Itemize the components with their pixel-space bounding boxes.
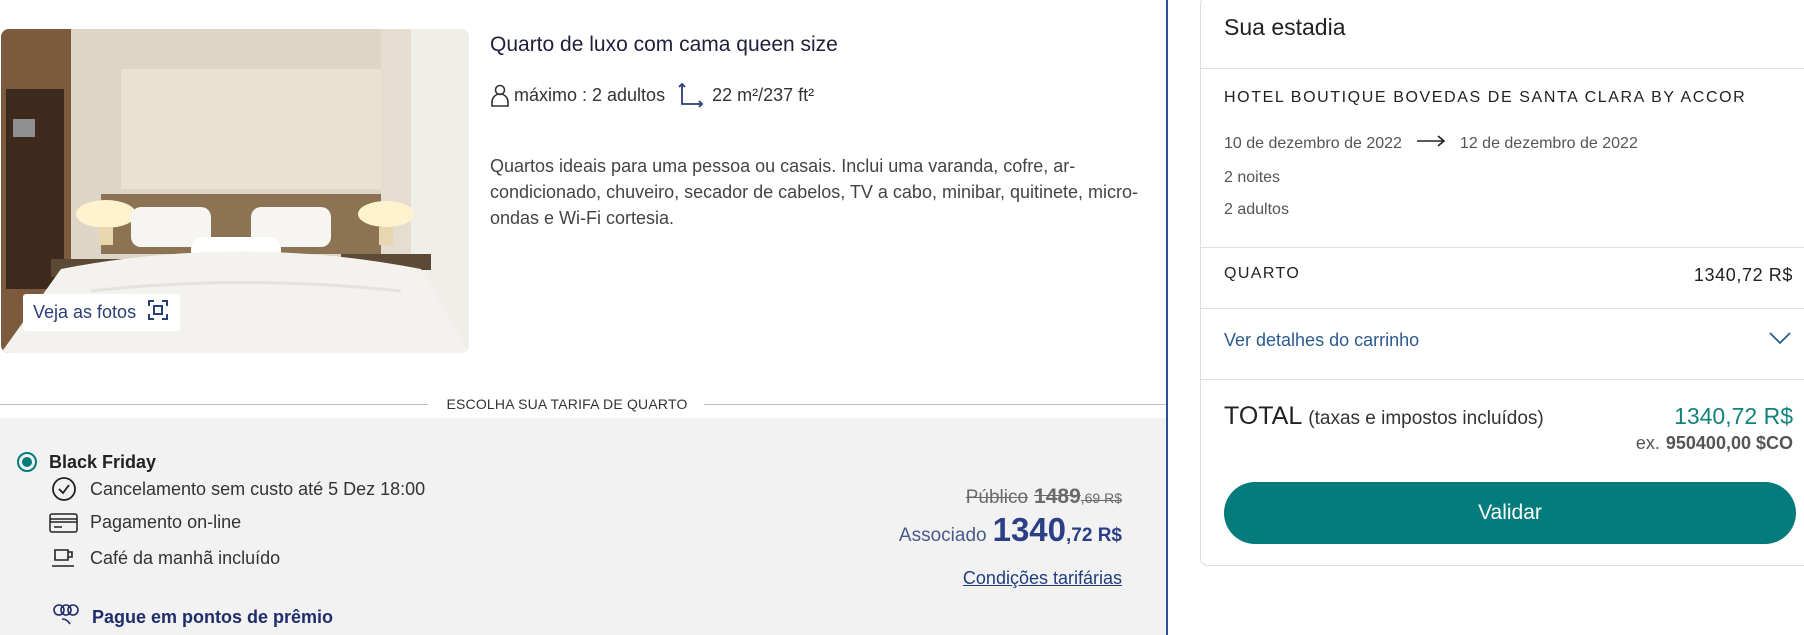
room-photo[interactable]: Veja as fotos — [1, 29, 469, 353]
fullscreen-icon — [146, 298, 170, 327]
capacity-text: máximo : 2 adultos — [514, 84, 666, 105]
room-description: Quartos ideais para uma pessoa ou casais… — [490, 156, 1139, 228]
divider-left — [0, 404, 428, 405]
divider — [1201, 247, 1804, 248]
room-row-price: 1340,72 R$ — [1693, 265, 1793, 285]
feature-payment: Pagamento on-line — [49, 512, 241, 533]
room-meta: máximo : 2 adultos 22 m²/237 ft² — [490, 82, 814, 108]
points-icon — [52, 603, 80, 632]
member-price-dec: ,72 R$ — [1066, 525, 1122, 546]
hotel-name: HOTEL BOUTIQUE BOVEDAS DE SANTA CLARA BY… — [1224, 89, 1747, 106]
divider-right — [704, 404, 1166, 405]
checkin-date: 10 de dezembro de 2022 — [1224, 134, 1402, 152]
divider — [1201, 379, 1804, 380]
room-panel: Veja as fotos Quarto de luxo com cama qu… — [0, 0, 1166, 635]
person-icon — [490, 83, 510, 107]
cup-icon — [49, 547, 78, 569]
validate-button[interactable]: Validar — [1224, 482, 1796, 544]
points-link-label: Pague em pontos de prêmio — [92, 607, 334, 627]
feature-breakfast: Café da manhã incluído — [49, 547, 280, 569]
rate-section-heading: ESCOLHA SUA TARIFA DE QUARTO — [446, 396, 688, 412]
exchange-value: 950400,00 $CO — [1665, 433, 1793, 453]
room-row-label: QUARTO — [1224, 265, 1301, 282]
column-separator — [1166, 0, 1168, 635]
feature-cancellation: Cancelamento sem custo até 5 Dez 18:00 — [49, 476, 425, 502]
stay-dates: 10 de dezembro de 2022 12 de dezembro de… — [1224, 134, 1638, 153]
room-title: Quarto de luxo com cama queen size — [490, 33, 838, 56]
exchange-label: ex. — [1635, 433, 1660, 453]
stay-summary-card: Sua estadia HOTEL BOUTIQUE BOVEDAS DE SA… — [1200, 0, 1804, 566]
divider — [1201, 308, 1804, 309]
arrow-right-icon — [1416, 134, 1446, 153]
stay-title: Sua estadia — [1224, 14, 1346, 40]
total-row: TOTAL (taxas e impostos incluídos) — [1224, 402, 1544, 431]
chevron-down-icon[interactable] — [1769, 331, 1791, 350]
rate-conditions-link[interactable]: Condições tarifárias — [963, 568, 1122, 589]
total-value: 1340,72 R$ — [1674, 403, 1793, 429]
area-text: 22 m²/237 ft² — [712, 84, 815, 105]
card-icon — [49, 512, 78, 533]
exchange-row: ex. 950400,00 $CO — [1636, 433, 1793, 454]
member-price-label: Associado — [898, 525, 987, 546]
member-price-int: 1340 — [992, 511, 1067, 548]
member-price: Associado 1340,72 R$ — [899, 511, 1122, 549]
public-price-int: 1489 — [1034, 485, 1081, 508]
area-icon — [678, 82, 704, 108]
adults: 2 adultos — [1224, 201, 1289, 218]
public-price-dec: ,69 R$ — [1080, 490, 1122, 506]
feature-text: Cancelamento sem custo até 5 Dez 18:00 — [90, 478, 426, 499]
clock-icon — [49, 476, 78, 502]
total-label: TOTAL — [1224, 402, 1303, 430]
feature-text: Café da manhã incluído — [90, 547, 281, 568]
view-photos-button[interactable]: Veja as fotos — [23, 294, 181, 331]
rate-radio[interactable] — [17, 452, 37, 472]
checkout-date: 12 de dezembro de 2022 — [1459, 134, 1638, 152]
public-price-label: Público — [965, 487, 1029, 508]
view-photos-label: Veja as fotos — [33, 302, 137, 322]
pay-with-points-link[interactable]: Pague em pontos de prêmio — [52, 603, 333, 632]
total-note: (taxas e impostos incluídos) — [1308, 408, 1544, 429]
public-price: Público 1489,69 R$ — [966, 485, 1122, 509]
cart-details-link[interactable]: Ver detalhes do carrinho — [1224, 330, 1419, 351]
divider — [1201, 68, 1804, 69]
nights: 2 noites — [1224, 169, 1281, 186]
rate-name: Black Friday — [49, 452, 157, 472]
feature-text: Pagamento on-line — [90, 512, 242, 532]
